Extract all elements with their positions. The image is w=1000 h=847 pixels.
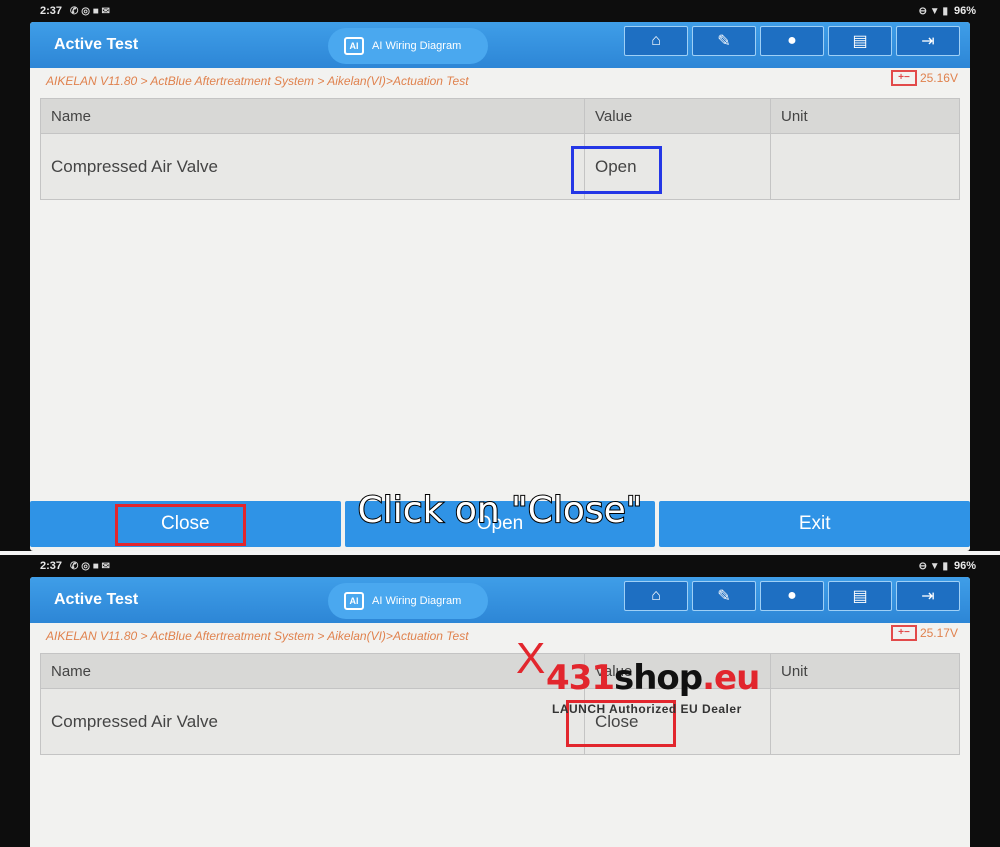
data-table: Name Value Unit Compressed Air Valve Clo… — [40, 653, 960, 755]
cell-name: Compressed Air Valve — [41, 689, 585, 754]
status-time: 2:37 — [40, 5, 63, 17]
print-button[interactable]: ▤ — [828, 26, 892, 56]
toolbar: ⌂ ✎ ● ▤ ⇥ — [624, 581, 960, 611]
instruction-caption: Click on "Close" — [357, 489, 644, 532]
cell-unit — [771, 134, 959, 199]
print-button[interactable]: ▤ — [828, 581, 892, 611]
notification-icons: ✆ ◎ ■ ✉ — [70, 560, 110, 572]
voltage-readout: +− 25.17V — [890, 625, 958, 641]
screenshot-frame-after: 2:37 ✆ ◎ ■ ✉ ⊖ ▼ ▮ 96% Active Test AI AI… — [0, 555, 1000, 847]
data-table: Name Value Unit Compressed Air Valve Ope… — [40, 98, 960, 200]
print-icon: ▤ — [852, 33, 868, 50]
table-row[interactable]: Compressed Air Valve Open — [40, 134, 960, 200]
column-header-unit: Unit — [781, 107, 808, 125]
home-icon: ⌂ — [651, 32, 661, 49]
column-header-name: Name — [41, 654, 585, 688]
home-icon: ⌂ — [651, 587, 661, 604]
title-bar: Active Test AI AI Wiring Diagram ⌂ ✎ ● ▤… — [30, 577, 970, 623]
home-button[interactable]: ⌂ — [624, 581, 688, 611]
home-button[interactable]: ⌂ — [624, 26, 688, 56]
status-bar: 2:37 ✆ ◎ ■ ✉ ⊖ ▼ ▮ 96% — [40, 555, 976, 577]
column-header-unit: Unit — [781, 662, 808, 680]
app-screen: Active Test AI AI Wiring Diagram ⌂ ✎ ● ▤… — [30, 577, 970, 847]
table-row[interactable]: Compressed Air Valve Close — [40, 689, 960, 755]
status-battery: 96% — [953, 560, 976, 572]
wifi-icon: ⊖ ▼ ▮ — [918, 560, 948, 572]
app-screen: Active Test AI AI Wiring Diagram ⌂ ✎ ● ▤… — [30, 22, 970, 551]
screenshot-frame-before: 2:37 ✆ ◎ ■ ✉ ⊖ ▼ ▮ 96% Active Test AI AI… — [0, 0, 1000, 551]
ai-icon: AI — [344, 37, 364, 55]
page-title: Active Test — [54, 36, 139, 53]
cell-name: Compressed Air Valve — [41, 134, 585, 199]
cell-unit — [771, 689, 959, 754]
toolbar: ⌂ ✎ ● ▤ ⇥ — [624, 26, 960, 56]
battery-icon: +− — [890, 625, 917, 641]
voltage-value: 25.16V — [919, 71, 958, 85]
ai-wiring-diagram-label: AI Wiring Diagram — [372, 40, 462, 52]
column-header-value: Value — [585, 99, 771, 133]
page-title: Active Test — [54, 591, 139, 608]
chat-icon: ● — [787, 587, 797, 604]
edit-button[interactable]: ✎ — [692, 26, 756, 56]
value-highlight-box — [571, 146, 662, 194]
breadcrumb: AIKELAN V11.80 > ActBlue Aftertreatment … — [46, 629, 469, 643]
edit-button[interactable]: ✎ — [692, 581, 756, 611]
breadcrumb: AIKELAN V11.80 > ActBlue Aftertreatment … — [46, 74, 469, 88]
chat-icon: ● — [787, 32, 797, 49]
chat-button[interactable]: ● — [760, 581, 824, 611]
status-bar: 2:37 ✆ ◎ ■ ✉ ⊖ ▼ ▮ 96% — [40, 0, 976, 22]
value-highlight-box — [566, 700, 676, 747]
wifi-icon: ⊖ ▼ ▮ — [918, 5, 948, 17]
print-icon: ▤ — [852, 588, 868, 605]
voltage-value: 25.17V — [919, 626, 958, 640]
ai-icon: AI — [344, 592, 364, 610]
edit-icon: ✎ — [717, 33, 731, 50]
table-header: Name Value Unit — [40, 653, 960, 689]
edit-icon: ✎ — [717, 588, 731, 605]
status-time: 2:37 — [40, 560, 63, 572]
battery-icon: +− — [890, 70, 917, 86]
ai-wiring-diagram-button[interactable]: AI AI Wiring Diagram — [328, 583, 488, 619]
notification-icons: ✆ ◎ ■ ✉ — [70, 5, 110, 17]
exit-app-button[interactable]: ⇥ — [896, 581, 960, 611]
status-battery: 96% — [953, 5, 976, 17]
ai-wiring-diagram-button[interactable]: AI AI Wiring Diagram — [328, 28, 488, 64]
column-header-value: Value — [585, 654, 771, 688]
table-header: Name Value Unit — [40, 98, 960, 134]
chat-button[interactable]: ● — [760, 26, 824, 56]
exit-icon: ⇥ — [921, 33, 935, 50]
exit-icon: ⇥ — [921, 588, 935, 605]
voltage-readout: +− 25.16V — [890, 70, 958, 86]
ai-wiring-diagram-label: AI Wiring Diagram — [372, 595, 462, 607]
column-header-name: Name — [41, 99, 585, 133]
exit-app-button[interactable]: ⇥ — [896, 26, 960, 56]
title-bar: Active Test AI AI Wiring Diagram ⌂ ✎ ● ▤… — [30, 22, 970, 68]
